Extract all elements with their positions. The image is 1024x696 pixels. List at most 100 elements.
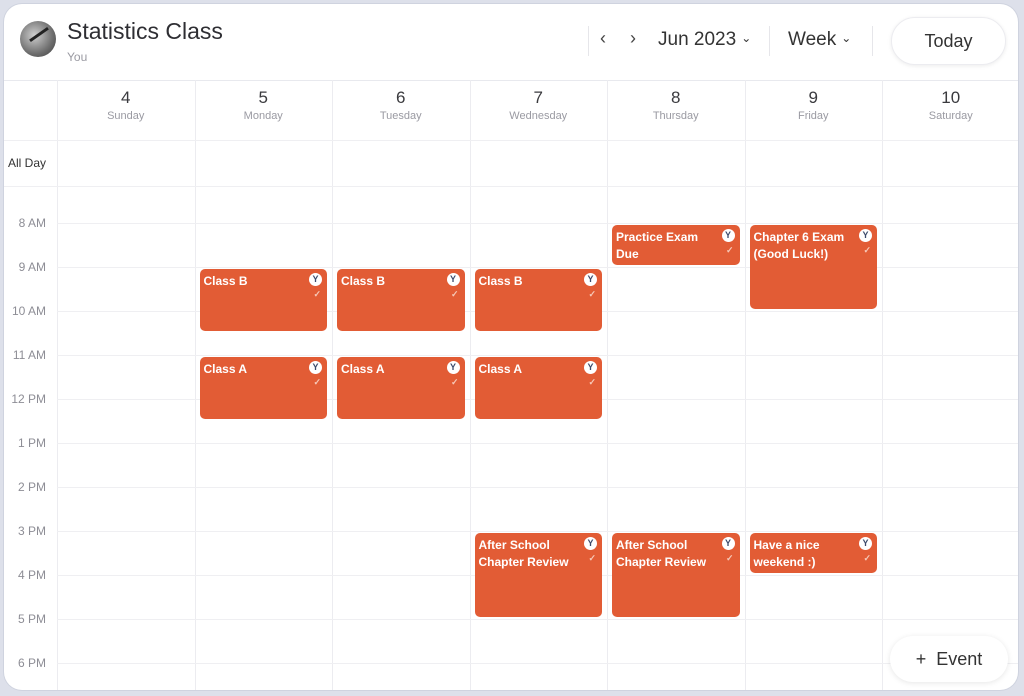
event-title: Class A xyxy=(478,362,523,376)
day-header[interactable]: 10 Saturday xyxy=(882,80,1018,140)
day-name: Saturday xyxy=(928,110,973,122)
day-header[interactable]: 6 Tuesday xyxy=(332,80,470,140)
divider xyxy=(588,26,589,56)
view-selector[interactable]: Week ⌄ xyxy=(788,29,851,51)
calendar-avatar[interactable] xyxy=(20,21,56,57)
plus-icon: + xyxy=(915,648,927,669)
check-icon: ✓ xyxy=(313,289,321,299)
day-name: Tuesday xyxy=(379,110,422,122)
calendar-event[interactable]: After School Chapter Review Y ✓ xyxy=(474,533,602,617)
calendar-event[interactable]: Class A Y ✓ xyxy=(199,357,327,419)
event-title: Class B xyxy=(478,274,523,288)
calendar-window: Statistics Class You ‹ › Jun 2023 ⌄ Week ⌄… xyxy=(4,4,1018,690)
day-number: 7 xyxy=(533,88,543,107)
all-day-divider xyxy=(4,186,1018,187)
day-header[interactable]: 7 Wednesday xyxy=(470,80,608,140)
attendee-avatar-icon: Y xyxy=(446,273,460,286)
day-name: Wednesday xyxy=(509,110,568,122)
hour-line xyxy=(57,619,1018,620)
all-day-slot[interactable] xyxy=(333,141,470,186)
day-number: 10 xyxy=(941,88,961,107)
event-title: After School Chapter Review xyxy=(616,538,707,569)
time-label: 3 PM xyxy=(17,524,46,538)
check-icon: ✓ xyxy=(588,553,596,563)
check-icon: ✓ xyxy=(725,553,734,563)
previous-week-button[interactable]: ‹ xyxy=(600,28,606,49)
calendar-event[interactable]: Class B Y ✓ xyxy=(199,269,327,331)
check-icon: ✓ xyxy=(725,245,734,255)
time-label: 5 PM xyxy=(17,612,46,626)
check-icon: ✓ xyxy=(450,289,459,299)
attendee-avatar-icon: Y xyxy=(859,229,872,242)
all-day-label: All Day xyxy=(8,156,47,170)
attendee-avatar-icon: Y xyxy=(446,361,460,374)
hour-line xyxy=(57,223,1018,224)
hour-line xyxy=(57,531,1018,532)
attendee-avatar-icon: Y xyxy=(584,361,597,374)
all-day-slot[interactable] xyxy=(608,141,745,186)
event-title: Class A xyxy=(203,362,248,376)
divider xyxy=(872,26,873,56)
calendar-owner: You xyxy=(67,50,88,64)
event-title: Have a nice weekend :) xyxy=(753,538,820,569)
time-label: 4 PM xyxy=(17,568,46,582)
day-number: 8 xyxy=(671,88,681,107)
calendar-header: Statistics Class You ‹ › Jun 2023 ⌄ Week ⌄… xyxy=(4,4,1018,81)
all-day-slot[interactable] xyxy=(471,141,608,186)
calendar-event[interactable]: Practice Exam Due Y ✓ xyxy=(612,225,740,265)
attendee-avatar-icon: Y xyxy=(584,537,597,550)
event-title: After School Chapter Review xyxy=(478,538,569,569)
event-title: Chapter 6 Exam (Good Luck!) xyxy=(753,230,845,261)
time-label: 9 AM xyxy=(18,260,46,274)
calendar-event[interactable]: Class B Y ✓ xyxy=(337,269,465,331)
all-day-slot[interactable] xyxy=(196,141,333,186)
day-header[interactable]: 8 Thursday xyxy=(607,80,745,140)
time-label: 10 AM xyxy=(11,304,46,318)
calendar-event[interactable]: Have a nice weekend :) Y ✓ xyxy=(749,533,877,573)
divider xyxy=(769,26,770,56)
view-label: Week xyxy=(788,29,837,50)
all-day-slot[interactable] xyxy=(58,141,195,186)
hour-line xyxy=(57,355,1018,356)
event-title: Class B xyxy=(203,274,248,288)
today-button[interactable]: Today xyxy=(891,17,1006,65)
day-number: 4 xyxy=(121,88,131,107)
attendee-avatar-icon: Y xyxy=(584,273,597,286)
calendar-event[interactable]: Class A Y ✓ xyxy=(474,357,602,419)
time-label: 8 AM xyxy=(18,216,46,230)
attendee-avatar-icon: Y xyxy=(859,537,872,550)
day-number: 9 xyxy=(808,88,818,107)
add-event-button[interactable]: + Event xyxy=(890,636,1008,682)
attendee-avatar-icon: Y xyxy=(309,273,322,286)
all-day-slot[interactable] xyxy=(883,141,1018,186)
check-icon: ✓ xyxy=(450,377,459,387)
day-name: Sunday xyxy=(107,110,145,122)
hour-line xyxy=(57,663,1018,664)
month-selector[interactable]: Jun 2023 ⌄ xyxy=(658,29,751,51)
hour-line xyxy=(57,443,1018,444)
calendar-event[interactable]: Chapter 6 Exam (Good Luck!) Y ✓ xyxy=(749,225,877,309)
hour-line xyxy=(57,487,1018,488)
day-name: Friday xyxy=(797,110,829,122)
next-week-button[interactable]: › xyxy=(630,28,636,49)
add-event-label: Event xyxy=(936,648,983,669)
day-header[interactable]: 9 Friday xyxy=(745,80,883,140)
attendee-avatar-icon: Y xyxy=(309,361,322,374)
event-title: Class A xyxy=(341,362,385,376)
day-header[interactable]: 4 Sunday xyxy=(57,80,195,140)
day-number: 6 xyxy=(396,88,406,107)
attendee-avatar-icon: Y xyxy=(721,229,735,242)
calendar-event[interactable]: Class A Y ✓ xyxy=(337,357,465,419)
day-name: Monday xyxy=(243,110,283,122)
all-day-slot[interactable] xyxy=(746,141,883,186)
calendar-event[interactable]: Class B Y ✓ xyxy=(474,269,602,331)
calendar-event[interactable]: After School Chapter Review Y ✓ xyxy=(612,533,740,617)
time-label: 11 AM xyxy=(12,348,46,362)
time-label: 1 PM xyxy=(17,436,46,450)
day-header[interactable]: 5 Monday xyxy=(195,80,333,140)
calendar-title: Statistics Class xyxy=(67,18,223,44)
check-icon: ✓ xyxy=(863,245,871,255)
day-number: 5 xyxy=(258,88,268,107)
month-label: Jun 2023 xyxy=(658,29,737,50)
check-icon: ✓ xyxy=(313,377,321,387)
